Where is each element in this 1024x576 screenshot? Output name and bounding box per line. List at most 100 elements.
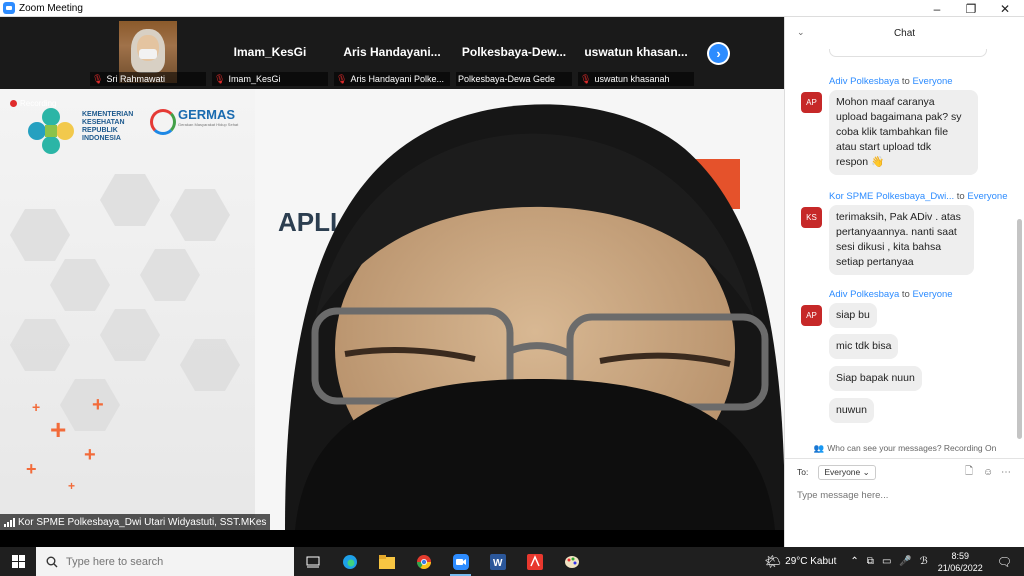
- chevron-down-icon: ⌄: [862, 466, 870, 477]
- weather-text[interactable]: 29°C Kabut: [785, 556, 836, 567]
- participant-name: Sri Rahmawati: [106, 74, 165, 84]
- message-recipient: Everyone: [912, 76, 953, 87]
- previous-message-bubble: [829, 49, 987, 57]
- participant-tile[interactable]: Polkesbaya-Dew... Polkesbaya-Dewa Gede: [454, 17, 574, 89]
- privacy-text: Who can see your messages? Recording On: [827, 443, 997, 453]
- zoom-taskbar-icon[interactable]: [442, 547, 479, 576]
- participant-label: Polkesbaya-Dewa Gede: [456, 72, 572, 86]
- task-view-icon[interactable]: [294, 547, 331, 576]
- kemenkes-logo: [28, 108, 74, 154]
- maximize-button[interactable]: ❐: [954, 0, 988, 17]
- chat-panel: ⌄ Chat Adiv Polkesbaya to Everyone AP Mo…: [784, 17, 1024, 547]
- minimize-button[interactable]: –: [920, 0, 954, 17]
- people-icon: 👥: [813, 442, 825, 453]
- record-dot-icon: [10, 100, 17, 107]
- acrobat-icon[interactable]: [516, 547, 553, 576]
- word-icon[interactable]: W: [479, 547, 516, 576]
- avatar: KS: [801, 207, 822, 228]
- zoom-window: Zoom Meeting – ❐ ✕ 🎙 Sri Rahmawati Imam_…: [0, 0, 1024, 576]
- chat-scrollbar[interactable]: [1017, 219, 1022, 439]
- germas-logo: GERMAS Gerakan Masyarakat Hidup Sehat: [150, 107, 239, 135]
- chat-message-bubble[interactable]: nuwun: [829, 398, 874, 423]
- search-icon: [46, 556, 58, 567]
- file-explorer-icon[interactable]: [368, 547, 405, 576]
- notification-icon[interactable]: 🗨: [997, 555, 1012, 569]
- germas-emblem-icon: [150, 109, 176, 135]
- participant-tile[interactable]: 🎙 Sri Rahmawati: [88, 17, 208, 89]
- to-label: To:: [797, 467, 809, 477]
- file-icon[interactable]: 🗋: [965, 464, 973, 481]
- connection-signal-icon: [4, 517, 15, 527]
- chat-divider: [785, 458, 1024, 459]
- participant-tile[interactable]: Imam_KesGi 🎙 Imam_KesGi: [210, 17, 330, 89]
- clock-time: 8:59: [951, 550, 969, 561]
- participant-label: 🎙 Sri Rahmawati: [90, 72, 206, 86]
- close-button[interactable]: ✕: [988, 0, 1022, 17]
- participant-tile[interactable]: Aris Handayani... 🎙 Aris Handayani Polke…: [332, 17, 452, 89]
- recipient-value: Everyone: [824, 466, 861, 477]
- mic-muted-icon: 🎙: [336, 73, 348, 84]
- chat-message-bubble[interactable]: Siap bapak nuun: [829, 366, 922, 391]
- message-to: to: [901, 289, 910, 300]
- chat-privacy-notice[interactable]: 👥 Who can see your messages? Recording O…: [785, 441, 1024, 455]
- system-clock[interactable]: 8:59 21/06/2022: [930, 550, 991, 574]
- chat-message-list[interactable]: Adiv Polkesbaya to Everyone AP Mohon maa…: [785, 49, 1024, 441]
- system-tray: 🌤 29°C Kabut ⌃ ⧉ ▭ 🎤 ℬ 8:59 21/06/2022 🗨: [765, 547, 1024, 576]
- participant-name: Aris Handayani Polke...: [350, 74, 444, 84]
- chrome-icon[interactable]: [405, 547, 442, 576]
- window-title: Zoom Meeting: [19, 2, 83, 14]
- ministry-name: KEMENTERIAN KESEHATAN REPUBLIK INDONESIA: [82, 111, 134, 142]
- message-header: Kor SPME Polkesbaya_Dwi... to Everyone: [829, 191, 1008, 202]
- participant-display-name: uswatun khasan...: [584, 45, 688, 59]
- chat-message-bubble[interactable]: siap bu: [829, 303, 877, 328]
- chat-message-input[interactable]: [797, 487, 1007, 503]
- chat-recipient-row: To: Everyone ⌄ 🗋 ☺ ⋯: [797, 464, 1017, 480]
- zoom-app-icon: [3, 2, 15, 14]
- message-sender[interactable]: Adiv Polkesbaya: [829, 289, 899, 300]
- more-icon[interactable]: ⋯: [1001, 467, 1011, 478]
- chevron-down-icon[interactable]: ⌄: [797, 27, 805, 38]
- mic-muted-icon: 🎙: [580, 73, 592, 84]
- mic-muted-icon: 🎙: [92, 73, 104, 84]
- meet-now-icon[interactable]: ⧉: [867, 556, 874, 567]
- message-recipient: Everyone: [912, 289, 953, 300]
- mic-muted-icon: 🎙: [214, 73, 226, 84]
- message-sender[interactable]: Kor SPME Polkesbaya_Dwi...: [829, 191, 954, 202]
- title-bar: Zoom Meeting – ❐ ✕: [0, 0, 1024, 17]
- chat-message-bubble[interactable]: mic tdk bisa: [829, 334, 899, 359]
- participant-name: Imam_KesGi: [228, 74, 281, 84]
- speaker-name-label: Kor SPME Polkesbaya_Dwi Utari Widyastuti…: [0, 514, 271, 530]
- message-to: to: [901, 76, 910, 87]
- emoji-icon[interactable]: ☺: [983, 467, 993, 478]
- windows-logo-icon: [11, 555, 25, 568]
- edge-icon[interactable]: [331, 547, 368, 576]
- weather-icon[interactable]: 🌤: [765, 554, 782, 570]
- participant-strip: 🎙 Sri Rahmawati Imam_KesGi 🎙 Imam_KesGi …: [0, 17, 784, 89]
- speaker-webcam-image: [285, 104, 784, 530]
- network-icon[interactable]: ▭: [882, 556, 891, 567]
- chevron-up-icon[interactable]: ⌃: [850, 556, 858, 567]
- chat-header: ⌄ Chat: [785, 17, 1024, 49]
- message-to: to: [956, 191, 965, 202]
- kemenkes-text: KEMENTERIAN KESEHATAN REPUBLIK INDONESIA: [82, 111, 133, 143]
- taskbar-search[interactable]: [36, 547, 294, 576]
- recipient-select[interactable]: Everyone ⌄: [818, 464, 876, 480]
- message-recipient: Everyone: [967, 191, 1008, 202]
- germas-subtitle: Gerakan Masyarakat Hidup Sehat: [178, 122, 239, 127]
- avatar: AP: [801, 92, 822, 113]
- speaker-name: Kor SPME Polkesbaya_Dwi Utari Widyastuti…: [18, 516, 267, 528]
- next-page-button[interactable]: ›: [707, 42, 730, 65]
- start-button[interactable]: [0, 547, 36, 576]
- active-speaker-video: + + + + + + Recording KEMENTERIAN KESEHA…: [0, 89, 784, 530]
- microphone-icon[interactable]: 🎤: [899, 556, 911, 567]
- message-sender[interactable]: Adiv Polkesbaya: [829, 76, 899, 87]
- chat-message-bubble[interactable]: terimaksih, Pak ADiv . atas pertanyaanny…: [829, 205, 974, 275]
- participant-label: 🎙 Aris Handayani Polke...: [334, 72, 450, 86]
- participant-tile[interactable]: uswatun khasan... 🎙 uswatun khasanah: [576, 17, 696, 89]
- clock-date: 21/06/2022: [937, 562, 983, 573]
- paint-icon[interactable]: [553, 547, 590, 576]
- search-input[interactable]: [66, 555, 266, 568]
- ime-icon[interactable]: ℬ: [920, 556, 928, 567]
- participant-label: 🎙 Imam_KesGi: [212, 72, 328, 86]
- chat-message-bubble[interactable]: Mohon maaf caranya upload bagaimana pak?…: [829, 90, 978, 175]
